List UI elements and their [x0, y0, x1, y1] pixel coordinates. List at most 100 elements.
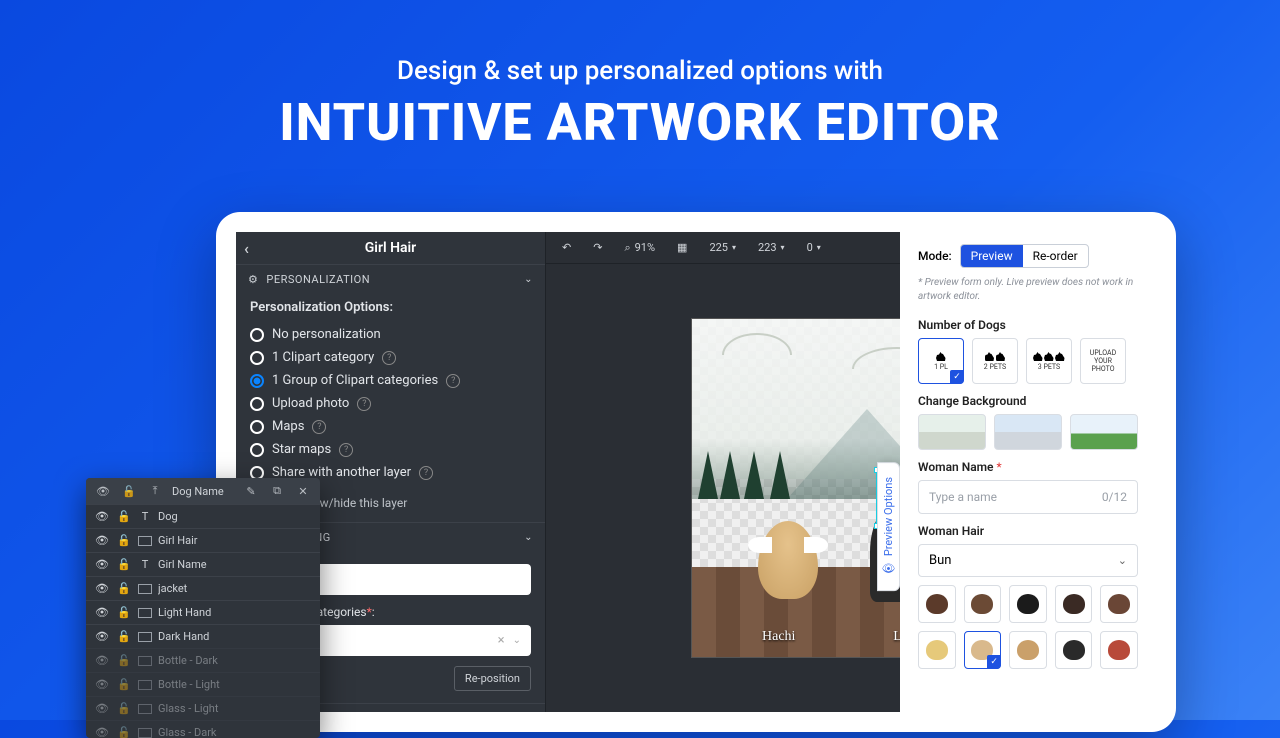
image-layer-icon	[138, 656, 152, 666]
chevron-down-icon: ⌄	[524, 532, 533, 543]
clear-icon[interactable]: ×	[498, 633, 505, 648]
visibility-toggle[interactable]: 👁	[94, 726, 110, 738]
personalization-option[interactable]: 1 Group of Clipart categories ?	[250, 369, 531, 392]
visibility-toggle[interactable]: 👁	[94, 678, 110, 691]
layer-name: Light Hand	[158, 606, 312, 619]
duplicate-icon[interactable]: ⧉	[268, 484, 286, 498]
bg-option-1[interactable]	[918, 414, 986, 450]
image-layer-icon	[138, 608, 152, 618]
hair-swatch[interactable]	[964, 585, 1002, 623]
visibility-toggle[interactable]: 👁	[94, 654, 110, 667]
layer-row[interactable]: 👁 🔓 Girl Hair	[86, 528, 320, 552]
hair-swatch[interactable]: ✓	[964, 631, 1002, 669]
personalization-option[interactable]: Star maps ?	[250, 438, 531, 461]
hair-swatch[interactable]	[1009, 631, 1047, 669]
dog-count-option[interactable]: 2 PETS	[972, 338, 1018, 384]
lock-toggle[interactable]: 🔓	[116, 534, 132, 547]
lock-toggle[interactable]: 🔓	[116, 582, 132, 595]
width-field[interactable]: 225▾	[703, 239, 742, 256]
help-icon[interactable]: ?	[419, 466, 433, 480]
zoom-control[interactable]: ⌕ 91%	[618, 239, 661, 257]
image-layer-icon	[138, 680, 152, 690]
visibility-toggle[interactable]: 👁	[94, 702, 110, 715]
hair-swatch[interactable]	[918, 631, 956, 669]
upload-photo-option[interactable]: UPLOADYOURPHOTO	[1080, 338, 1126, 384]
help-icon[interactable]: ?	[312, 420, 326, 434]
lock-toggle[interactable]: 🔓	[116, 726, 132, 738]
layer-row[interactable]: 👁 🔓 Bottle - Dark	[86, 648, 320, 672]
layer-row[interactable]: 👁 🔓 Light Hand	[86, 600, 320, 624]
help-icon[interactable]: ?	[446, 374, 460, 388]
lock-toggle[interactable]: 🔓	[116, 630, 132, 643]
personalization-option[interactable]: Upload photo ?	[250, 392, 531, 415]
visibility-toggle[interactable]: 👁	[94, 558, 110, 571]
close-icon[interactable]: ✕	[294, 485, 312, 498]
grid-toggle[interactable]: ▦	[671, 239, 693, 256]
panel-header: ‹ Girl Hair	[236, 232, 545, 265]
layer-name: Girl Name	[158, 558, 312, 571]
visibility-toggle[interactable]: 👁	[94, 606, 110, 619]
bg-option-2[interactable]	[994, 414, 1062, 450]
mode-preview[interactable]: Preview	[961, 245, 1023, 267]
dog-count-option[interactable]: 3 PETS	[1026, 338, 1072, 384]
mode-reorder[interactable]: Re-order	[1023, 245, 1088, 267]
edit-icon[interactable]: ✎	[242, 485, 260, 498]
lock-toggle[interactable]: 🔓	[116, 606, 132, 619]
help-icon[interactable]: ?	[357, 397, 371, 411]
help-icon[interactable]: ?	[382, 351, 396, 365]
image-layer-icon	[138, 632, 152, 642]
visibility-toggle[interactable]: 👁	[94, 510, 110, 523]
lock-toggle[interactable]: 🔓	[116, 558, 132, 571]
layer-row[interactable]: 👁 🔓 Glass - Light	[86, 696, 320, 720]
radio-icon	[250, 443, 264, 457]
woman-hair-select[interactable]: Bun ⌄	[918, 544, 1138, 577]
visibility-toggle[interactable]: 👁	[94, 582, 110, 595]
lock-icon[interactable]: 🔓	[120, 485, 138, 498]
personalization-option[interactable]: No personalization	[250, 323, 531, 346]
layer-row[interactable]: 👁 🔓 jacket	[86, 576, 320, 600]
layer-name: Bottle - Dark	[158, 654, 312, 667]
preview-options-tab[interactable]: 👁 Preview Options	[877, 462, 900, 591]
hair-swatch[interactable]	[1100, 631, 1138, 669]
dog-count-option[interactable]: 1 PL✓	[918, 338, 964, 384]
mode-segmented: Preview Re-order	[960, 244, 1089, 268]
personalization-option[interactable]: 1 Clipart category ?	[250, 346, 531, 369]
hair-swatch[interactable]	[1100, 585, 1138, 623]
lock-toggle[interactable]: 🔓	[116, 510, 132, 523]
layer-name: jacket	[158, 582, 312, 595]
eye-icon: 👁	[882, 562, 895, 576]
section-personalization[interactable]: ⚙ PERSONALIZATION ⌄	[236, 265, 545, 294]
rotation-field[interactable]: 0▾	[801, 239, 827, 256]
hair-swatch[interactable]	[918, 585, 956, 623]
text-type-icon: ⤒	[146, 484, 164, 498]
radio-icon	[250, 420, 264, 434]
gear-icon: ⚙	[248, 273, 258, 286]
lock-toggle[interactable]: 🔓	[116, 702, 132, 715]
layer-row[interactable]: 👁 🔓 T Dog	[86, 504, 320, 528]
woman-name-input[interactable]: Type a name 0/12	[918, 480, 1138, 514]
visibility-toggle[interactable]: 👁	[94, 630, 110, 643]
image-layer-icon	[138, 728, 152, 738]
hair-swatch[interactable]	[1009, 585, 1047, 623]
layer-row[interactable]: 👁 🔓 Bottle - Light	[86, 672, 320, 696]
help-icon[interactable]: ?	[339, 443, 353, 457]
reposition-button[interactable]: Re-position	[454, 666, 531, 691]
eye-icon[interactable]: 👁	[94, 485, 112, 498]
options-title: Personalization Options:	[250, 300, 531, 315]
bg-option-3[interactable]	[1070, 414, 1138, 450]
lock-toggle[interactable]: 🔓	[116, 678, 132, 691]
zoom-icon: ⌕	[624, 241, 630, 255]
personalization-option[interactable]: Maps ?	[250, 415, 531, 438]
undo-button[interactable]: ↶	[556, 239, 577, 256]
hair-swatch[interactable]	[1055, 631, 1093, 669]
hair-swatch[interactable]	[1055, 585, 1093, 623]
redo-button[interactable]: ↷	[587, 239, 608, 256]
layer-row[interactable]: 👁 🔓 Dark Hand	[86, 624, 320, 648]
option-label: Maps	[272, 419, 304, 434]
lock-toggle[interactable]: 🔓	[116, 654, 132, 667]
layer-row[interactable]: 👁 🔓 T Girl Name	[86, 552, 320, 576]
height-field[interactable]: 223▾	[752, 239, 791, 256]
visibility-toggle[interactable]: 👁	[94, 534, 110, 547]
back-icon[interactable]: ‹	[244, 239, 249, 258]
layer-row[interactable]: 👁 🔓 Glass - Dark	[86, 720, 320, 738]
